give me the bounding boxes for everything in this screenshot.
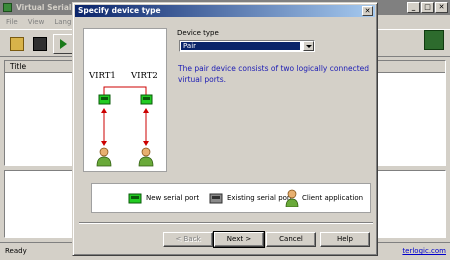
client-app-icon — [96, 147, 112, 167]
chevron-down-icon[interactable] — [303, 41, 314, 51]
open-folder-icon[interactable] — [10, 37, 24, 51]
legend-client-app: Client application — [302, 194, 364, 202]
client-app-icon — [285, 189, 299, 207]
brand-logo-icon — [424, 30, 444, 50]
close-icon[interactable]: ✕ — [362, 6, 373, 16]
device-type-description: The pair device consists of two logicall… — [178, 64, 370, 84]
main-close-button[interactable]: ✕ — [435, 2, 448, 13]
status-text: Ready — [5, 247, 27, 255]
legend-new-port: New serial port — [146, 194, 200, 202]
save-icon[interactable] — [33, 37, 47, 51]
device-type-select[interactable]: Pair — [179, 40, 315, 52]
menu-file[interactable]: File — [6, 18, 18, 26]
separator — [79, 222, 373, 224]
minimize-button[interactable]: _ — [407, 2, 420, 13]
app-icon — [3, 3, 12, 12]
new-port-icon — [128, 193, 142, 204]
new-port-icon — [98, 94, 111, 105]
dialog-title: Specify device type — [78, 6, 161, 15]
client-app-icon — [138, 147, 154, 167]
menu-view[interactable]: View — [28, 18, 45, 26]
device-type-label: Device type — [177, 29, 219, 37]
existing-port-icon — [209, 193, 223, 204]
run-icon[interactable] — [53, 34, 73, 54]
title-column-header[interactable]: Title — [10, 62, 26, 71]
cancel-button[interactable]: Cancel — [266, 232, 316, 247]
website-link[interactable]: terlogic.com — [402, 243, 446, 260]
pair-diagram: VIRT1 VIRT2 — [83, 28, 167, 172]
back-button[interactable]: < Back — [163, 232, 213, 247]
specify-device-type-dialog: Specify device type ✕ VIRT1 VIRT2 Device… — [72, 2, 378, 256]
legend: New serial port Existing serial port Cli… — [91, 183, 371, 213]
diagram-graphic — [96, 86, 154, 167]
device-type-selected-value[interactable]: Pair — [181, 42, 300, 50]
dialog-titlebar: Specify device type ✕ — [75, 5, 375, 17]
new-port-icon — [140, 94, 153, 105]
help-button[interactable]: Help — [320, 232, 370, 247]
next-button[interactable]: Next > — [213, 231, 265, 248]
legend-existing-port: Existing serial port — [227, 194, 293, 202]
maximize-button[interactable]: □ — [421, 2, 434, 13]
